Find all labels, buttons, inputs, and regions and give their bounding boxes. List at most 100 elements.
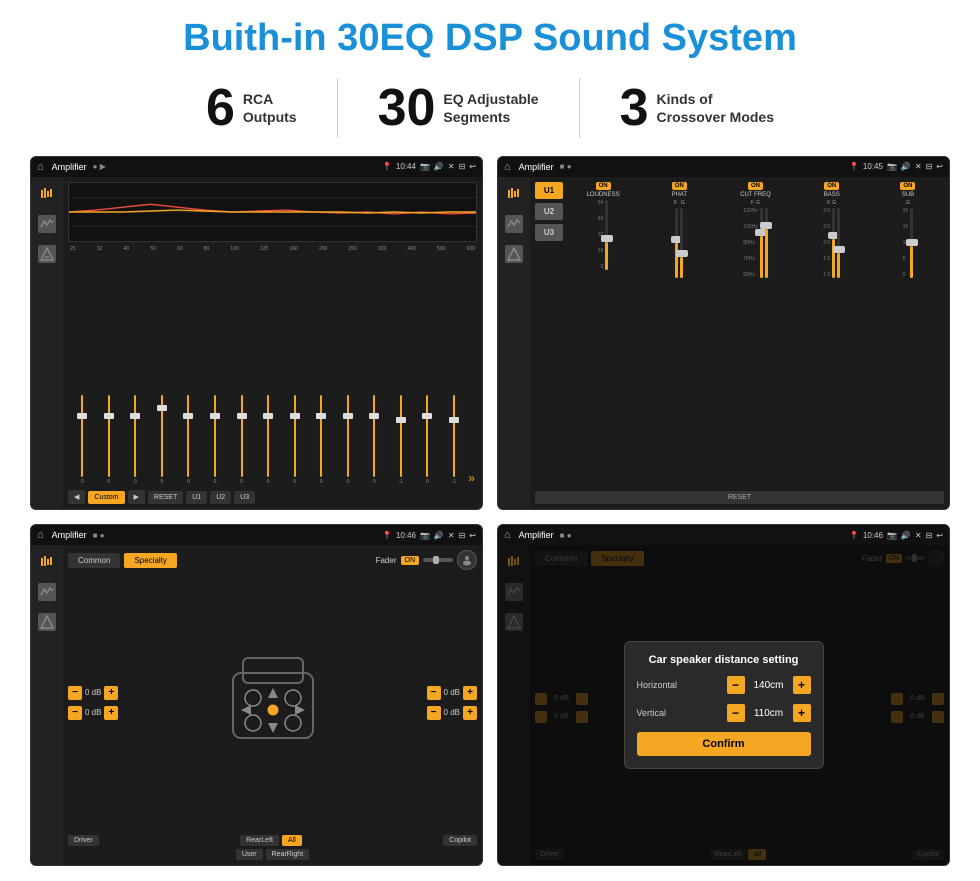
cx-close-icon[interactable]: ✕ xyxy=(915,162,922,171)
cutfreq-slider-g[interactable] xyxy=(765,208,768,278)
dlg-close-icon[interactable]: ✕ xyxy=(915,531,922,540)
cx-u1[interactable]: U1 xyxy=(535,182,563,199)
eq-preset-custom[interactable]: Custom xyxy=(88,491,124,504)
eq-slider-13[interactable]: 0 xyxy=(415,395,440,485)
screens-grid: ⌂ Amplifier ● ▶ 📍 10:44 📷 🔊 ✕ ⊟ ↩ xyxy=(30,156,950,866)
spk-win-icon[interactable]: ⊟ xyxy=(459,531,466,540)
spk-home-icon[interactable]: ⌂ xyxy=(37,529,44,541)
cx-sidebar-icon-2[interactable] xyxy=(505,215,523,233)
eq-next[interactable]: ▶ xyxy=(128,490,145,504)
tab-specialty[interactable]: Specialty xyxy=(124,553,176,568)
eq-slider-2[interactable]: 0 xyxy=(123,395,148,485)
sub-on[interactable]: ON xyxy=(900,182,915,190)
spk-minus-1[interactable]: − xyxy=(68,706,82,720)
eq-u3[interactable]: U3 xyxy=(234,491,255,504)
cx-win-icon[interactable]: ⊟ xyxy=(926,162,933,171)
freq-250: 250 xyxy=(348,246,356,252)
cx-reset[interactable]: RESET xyxy=(535,491,944,504)
cx-phat: ON PHAT FG xyxy=(643,182,715,278)
spk-close-icon[interactable]: ✕ xyxy=(448,531,455,540)
eq-slider-5[interactable]: 0 xyxy=(203,395,228,485)
spk-sidebar-icon-3[interactable] xyxy=(38,613,56,631)
cx-sidebar-icon-3[interactable] xyxy=(505,245,523,263)
cutfreq-slider-f[interactable] xyxy=(760,208,763,278)
eq-slider-1[interactable]: 0 xyxy=(97,395,122,485)
bass-slider-f[interactable] xyxy=(832,208,835,278)
eq-sidebar-icon-3[interactable] xyxy=(38,245,56,263)
spk-rear-left[interactable]: RearLeft xyxy=(240,835,279,846)
confirm-button[interactable]: Confirm xyxy=(637,732,811,756)
spk-copilot[interactable]: Copilot xyxy=(443,835,477,846)
spk-driver[interactable]: Driver xyxy=(68,835,99,846)
bass-slider-g[interactable] xyxy=(837,208,840,278)
tab-common[interactable]: Common xyxy=(68,553,120,568)
close-icon[interactable]: ✕ xyxy=(448,162,455,171)
spk-user[interactable]: User xyxy=(236,849,263,860)
spk-plus-2[interactable]: + xyxy=(463,686,477,700)
freq-630: 630 xyxy=(467,246,475,252)
spk-rear-right[interactable]: RearRight xyxy=(266,849,310,860)
fader-on-badge[interactable]: ON xyxy=(401,556,420,565)
eq-slider-9[interactable]: 0 xyxy=(309,395,334,485)
cx-sidebar-icon-1[interactable] xyxy=(505,185,523,203)
vertical-minus-button[interactable]: − xyxy=(727,704,745,722)
back-icon[interactable]: ↩ xyxy=(469,162,476,171)
eq-slider-14[interactable]: -1 xyxy=(442,395,467,485)
spk-minus-3[interactable]: − xyxy=(427,706,441,720)
sub-slider[interactable] xyxy=(910,208,913,278)
home-icon[interactable]: ⌂ xyxy=(37,161,44,173)
eq-reset[interactable]: RESET xyxy=(148,491,183,504)
dlg-back-icon[interactable]: ↩ xyxy=(936,531,943,540)
dlg-loc-icon: 📍 xyxy=(849,531,859,540)
eq-u1[interactable]: U1 xyxy=(186,491,207,504)
cx-back-icon[interactable]: ↩ xyxy=(936,162,943,171)
phat-slider-f[interactable] xyxy=(675,208,678,278)
eq-slider-6[interactable]: 0 xyxy=(229,395,254,485)
fader-profile-icon[interactable] xyxy=(457,550,477,570)
phat-on[interactable]: ON xyxy=(672,182,687,190)
cutfreq-sliders: 120Hz100Hz80Hz70Hz60Hz xyxy=(743,208,767,278)
speaker-screen: ⌂ Amplifier ■ ● 📍 10:46 📷 🔊 ✕ ⊟ ↩ xyxy=(30,524,483,866)
eq-prev[interactable]: ◀ xyxy=(68,490,85,504)
eq-slider-12[interactable]: -1 xyxy=(389,395,414,485)
spk-minus-2[interactable]: − xyxy=(427,686,441,700)
dlg-home-icon[interactable]: ⌂ xyxy=(504,529,511,541)
eq-u2[interactable]: U2 xyxy=(210,491,231,504)
freq-80: 80 xyxy=(204,246,210,252)
cutfreq-on[interactable]: ON xyxy=(748,182,763,190)
eq-scroll-right[interactable]: » xyxy=(468,471,475,485)
cx-home-icon[interactable]: ⌂ xyxy=(504,161,511,173)
eq-sidebar-icon-2[interactable] xyxy=(38,215,56,233)
dialog-vertical-label: Vertical xyxy=(637,708,667,718)
loudness-slider-track[interactable] xyxy=(605,200,608,270)
camera-icon: 📷 xyxy=(420,162,430,171)
cx-u2[interactable]: U2 xyxy=(535,203,563,220)
spk-all[interactable]: All xyxy=(282,835,302,846)
vertical-plus-button[interactable]: + xyxy=(793,704,811,722)
spk-sidebar-icon-1[interactable] xyxy=(38,553,56,571)
dialog-vertical-row: Vertical − 110cm + xyxy=(637,704,811,722)
eq-sidebar-icon-1[interactable] xyxy=(38,185,56,203)
eq-slider-11[interactable]: 0 xyxy=(362,395,387,485)
eq-slider-8[interactable]: 0 xyxy=(282,395,307,485)
bass-on[interactable]: ON xyxy=(824,182,839,190)
eq-slider-7[interactable]: 0 xyxy=(256,395,281,485)
horizontal-minus-button[interactable]: − xyxy=(727,676,745,694)
horizontal-plus-button[interactable]: + xyxy=(793,676,811,694)
fader-slider-icon[interactable] xyxy=(423,554,453,566)
spk-minus-0[interactable]: − xyxy=(68,686,82,700)
eq-slider-0[interactable]: 0 xyxy=(70,395,95,485)
phat-slider-g[interactable] xyxy=(680,208,683,278)
dlg-win-icon[interactable]: ⊟ xyxy=(926,531,933,540)
spk-plus-1[interactable]: + xyxy=(104,706,118,720)
loudness-on[interactable]: ON xyxy=(596,182,611,190)
spk-back-icon[interactable]: ↩ xyxy=(469,531,476,540)
cx-u3[interactable]: U3 xyxy=(535,224,563,241)
spk-plus-3[interactable]: + xyxy=(463,706,477,720)
window-icon[interactable]: ⊟ xyxy=(459,162,466,171)
eq-slider-4[interactable]: 0 xyxy=(176,395,201,485)
spk-plus-0[interactable]: + xyxy=(104,686,118,700)
eq-slider-10[interactable]: 0 xyxy=(335,395,360,485)
spk-sidebar-icon-2[interactable] xyxy=(38,583,56,601)
eq-slider-3[interactable]: 5 xyxy=(150,395,175,485)
